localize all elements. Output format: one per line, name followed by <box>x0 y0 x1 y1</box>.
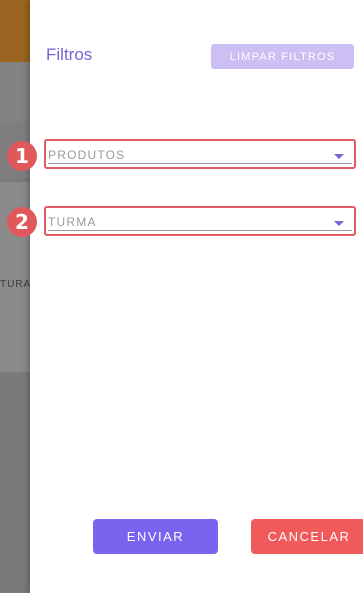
filters-drawer: Filtros LIMPAR FILTROS PRODUTOS TURMA EN… <box>30 0 363 593</box>
background-text: TURA <box>0 279 32 290</box>
annotation-marker-2: 2 <box>7 207 37 237</box>
select-underline <box>48 163 352 164</box>
class-select-label: TURMA <box>48 215 97 229</box>
send-button[interactable]: ENVIAR <box>93 519 218 554</box>
products-select[interactable]: PRODUTOS <box>44 139 356 169</box>
select-underline <box>48 230 352 231</box>
drawer-title: Filtros <box>46 45 93 64</box>
annotation-marker-1: 1 <box>7 141 37 171</box>
caret-down-icon <box>334 154 344 159</box>
clear-filters-button[interactable]: LIMPAR FILTROS <box>211 44 354 69</box>
caret-down-icon <box>334 221 344 226</box>
products-select-label: PRODUTOS <box>48 148 126 162</box>
class-select[interactable]: TURMA <box>44 206 356 236</box>
cancel-button[interactable]: CANCELAR <box>251 519 363 554</box>
